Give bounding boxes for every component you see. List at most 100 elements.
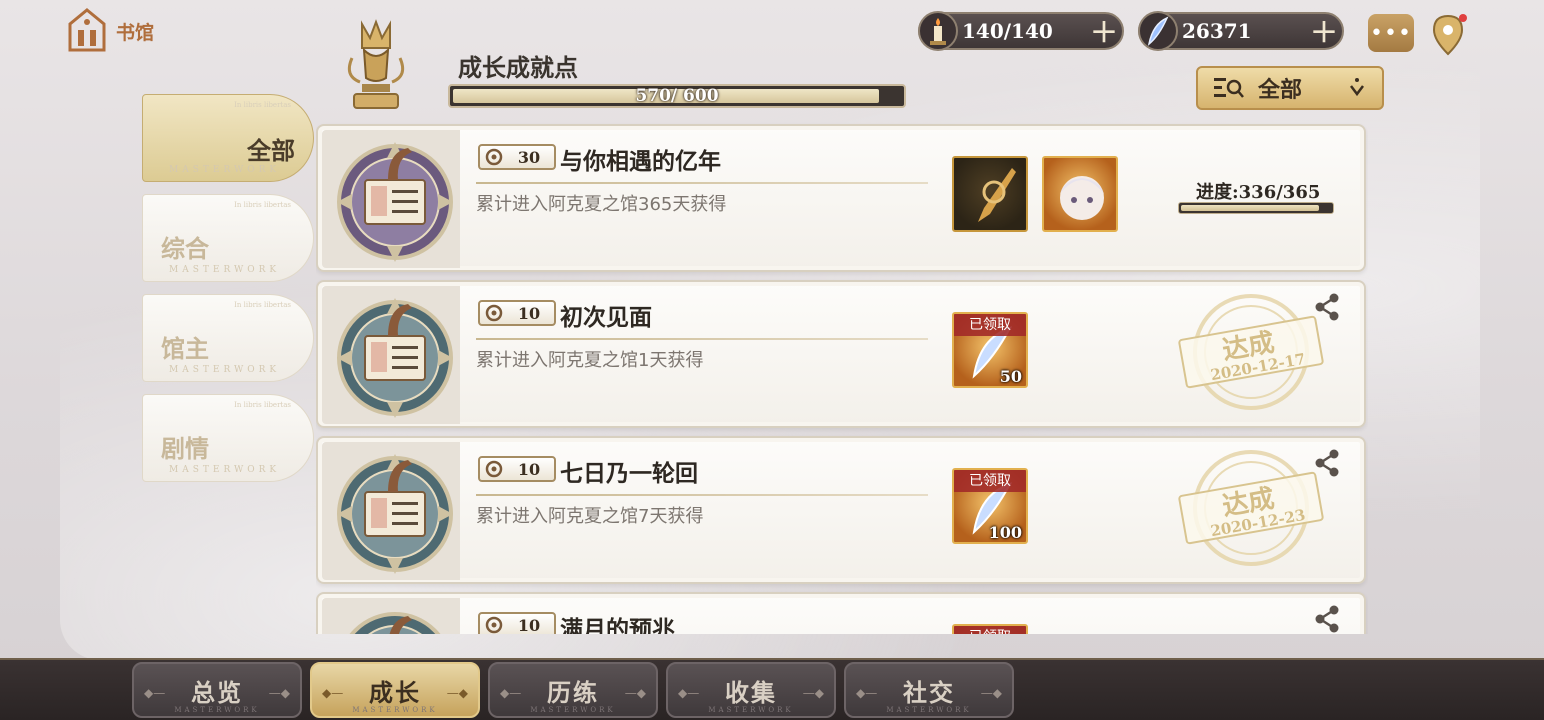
badge-medal-icon — [337, 454, 453, 574]
nav-watermark: MASTERWORK — [708, 706, 794, 714]
ornament-icon: ◆— — [500, 686, 522, 700]
claimed-badge: 已领取 — [954, 470, 1026, 492]
medal-small-icon — [485, 616, 503, 634]
nav-watermark: MASTERWORK — [174, 706, 260, 714]
feather-value: 26371 — [1182, 19, 1252, 43]
nav-tab-label: 社交 — [903, 677, 955, 707]
points-text: 570/ 600 — [635, 86, 719, 106]
points-value: 10 — [517, 303, 541, 323]
medal-small-icon — [485, 460, 503, 478]
points-value: 10 — [517, 615, 541, 635]
progress-bar — [1178, 202, 1334, 214]
resource-candle: 140/140 + — [918, 11, 1124, 51]
reward-item-feather[interactable]: 已领取 100 — [952, 468, 1028, 544]
divider — [476, 494, 928, 496]
ornament-icon: ◆— — [856, 686, 878, 700]
badge-medal-icon — [349, 612, 441, 634]
points-value: 10 — [517, 459, 541, 479]
nav-tab-collection[interactable]: ◆— 收集 —◆ MASTERWORK — [666, 662, 836, 718]
chevron-down-icon — [1350, 78, 1364, 97]
achievement-desc: 累计进入阿克夏之馆1天获得 — [476, 350, 704, 371]
nav-tab-growth[interactable]: ◆— 成长 —◆ MASTERWORK — [310, 662, 480, 718]
divider — [476, 182, 928, 184]
tab-masterwork-text: MASTERWORK — [169, 265, 281, 275]
ornament-icon: ◆— — [144, 686, 166, 700]
reward-item-feather[interactable]: 已领取 50 — [952, 312, 1028, 388]
achievement-title: 与你相遇的亿年 — [560, 148, 721, 175]
claimed-badge: 已领取 — [954, 314, 1026, 336]
trophy-icon — [347, 19, 405, 109]
filter-label: 全部 — [1258, 77, 1303, 103]
side-tab-story[interactable]: In libris libertas 剧情 MASTERWORK — [142, 394, 314, 482]
side-tab-label: 综合 — [161, 234, 209, 263]
nav-watermark: MASTERWORK — [886, 706, 972, 714]
library-icon — [68, 8, 106, 52]
home-button[interactable]: 书馆 — [68, 8, 154, 52]
nav-tab-label: 收集 — [725, 677, 777, 707]
tab-masterwork-text: MASTERWORK — [169, 165, 281, 175]
points-badge: 30 — [478, 144, 556, 170]
badge-medal-icon — [337, 142, 453, 262]
points-value: 30 — [517, 147, 541, 167]
achievement-desc: 累计进入阿克夏之馆365天获得 — [476, 194, 727, 215]
filter-icon — [1214, 78, 1244, 98]
side-tab-all[interactable]: In libris libertas 全部 MASTERWORK — [142, 94, 314, 182]
sword-icon — [978, 168, 1016, 222]
nav-tab-label: 总览 — [191, 677, 243, 707]
side-tab-label: 全部 — [247, 136, 295, 165]
tab-watermark: In libris libertas — [234, 101, 291, 109]
side-tab-general[interactable]: In libris libertas 综合 MASTERWORK — [142, 194, 314, 282]
side-tab-curator[interactable]: In libris libertas 馆主 MASTERWORK — [142, 294, 314, 382]
achievement-card[interactable]: 30 与你相遇的亿年 累计进入阿克夏之馆365天获得 进度:336/365 — [316, 124, 1366, 272]
nav-tab-overview[interactable]: ◆— 总览 —◆ MASTERWORK — [132, 662, 302, 718]
achievement-card[interactable]: 10 初次见面 累计进入阿克夏之馆1天获得 已领取 50 达成 2020-12-… — [316, 280, 1366, 428]
ornament-icon: —◆ — [268, 686, 290, 700]
points-badge: 10 — [478, 456, 556, 482]
achievement-title: 满月的预兆 — [560, 616, 675, 634]
badge-medal-icon — [337, 298, 453, 418]
map-pin-button[interactable] — [1430, 12, 1470, 56]
feather-gem-icon — [1138, 11, 1178, 51]
nav-watermark: MASTERWORK — [530, 706, 616, 714]
character-portrait-icon — [1060, 176, 1104, 220]
side-tab-label: 馆主 — [161, 334, 209, 363]
tab-masterwork-text: MASTERWORK — [169, 465, 281, 475]
achievement-list[interactable]: 30 与你相遇的亿年 累计进入阿克夏之馆365天获得 进度:336/365 10… — [316, 122, 1368, 634]
ornament-icon: —◆ — [446, 686, 468, 700]
reward-item-portrait[interactable] — [1042, 156, 1118, 232]
nav-watermark: MASTERWORK — [352, 706, 438, 714]
add-candle-button[interactable]: + — [1086, 14, 1122, 48]
ornament-icon: —◆ — [802, 686, 824, 700]
chat-icon: ••• — [1370, 20, 1412, 46]
side-tab-label: 剧情 — [161, 434, 209, 463]
points-badge: 10 — [478, 300, 556, 326]
reward-quantity: 50 — [999, 367, 1022, 386]
divider — [476, 338, 928, 340]
medal-small-icon — [485, 304, 503, 322]
achievement-title: 七日乃一轮回 — [560, 460, 698, 487]
progress-bar-fill — [1181, 205, 1319, 211]
tab-watermark: In libris libertas — [234, 401, 291, 409]
chat-button[interactable]: ••• — [1368, 14, 1414, 52]
nav-tab-social[interactable]: ◆— 社交 —◆ MASTERWORK — [844, 662, 1014, 718]
add-feather-button[interactable]: + — [1306, 14, 1342, 48]
achievement-card[interactable]: 10 七日乃一轮回 累计进入阿克夏之馆7天获得 已领取 100 达成 2020-… — [316, 436, 1366, 584]
reward-item-feather[interactable]: 已领取 — [952, 624, 1028, 634]
reward-item-weapon[interactable] — [952, 156, 1028, 232]
claimed-badge: 已领取 — [954, 626, 1026, 634]
filter-dropdown[interactable]: 全部 — [1196, 66, 1384, 110]
achievement-desc: 累计进入阿克夏之馆7天获得 — [476, 506, 704, 527]
home-label: 书馆 — [116, 22, 155, 44]
ornament-icon: ◆— — [322, 686, 344, 700]
medal-small-icon — [485, 148, 503, 166]
points-badge: 10 — [478, 612, 556, 634]
achievement-title: 初次见面 — [560, 304, 652, 331]
nav-tab-training[interactable]: ◆— 历练 —◆ MASTERWORK — [488, 662, 658, 718]
ornament-icon: —◆ — [980, 686, 1002, 700]
share-icon[interactable] — [1312, 604, 1342, 634]
nav-tab-label: 历练 — [547, 677, 599, 707]
nav-tab-label: 成长 — [369, 677, 421, 707]
achievement-card[interactable]: 10 满月的预兆 已领取 — [316, 592, 1366, 634]
resource-feather: 26371 + — [1138, 11, 1344, 51]
tab-watermark: In libris libertas — [234, 201, 291, 209]
